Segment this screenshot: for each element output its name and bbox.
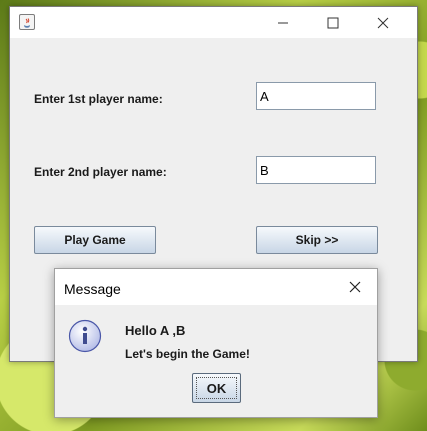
player1-name-input[interactable] bbox=[256, 82, 376, 110]
ok-button[interactable]: OK bbox=[192, 373, 241, 403]
player2-label: Enter 2nd player name: bbox=[34, 165, 167, 179]
close-button[interactable] bbox=[360, 7, 406, 38]
java-app-icon[interactable] bbox=[19, 14, 35, 30]
close-icon bbox=[349, 281, 361, 293]
player1-label: Enter 1st player name: bbox=[34, 92, 163, 106]
dialog-message-line1: Hello A ,B bbox=[125, 323, 186, 338]
maximize-button[interactable] bbox=[310, 7, 356, 38]
skip-button[interactable]: Skip >> bbox=[256, 226, 378, 254]
dialog-title-bar[interactable]: Message bbox=[55, 269, 377, 305]
info-icon bbox=[68, 319, 102, 353]
maximize-icon bbox=[327, 17, 339, 28]
play-game-button[interactable]: Play Game bbox=[34, 226, 156, 254]
close-icon bbox=[377, 17, 389, 28]
message-dialog: Message Hello A ,B Let's begin the Game!… bbox=[54, 268, 378, 418]
title-bar[interactable] bbox=[10, 7, 417, 38]
minimize-button[interactable] bbox=[260, 7, 306, 38]
dialog-message-line2: Let's begin the Game! bbox=[125, 347, 250, 361]
minimize-icon bbox=[278, 22, 288, 23]
dialog-title: Message bbox=[64, 281, 121, 297]
player2-name-input[interactable] bbox=[256, 156, 376, 184]
dialog-close-button[interactable] bbox=[333, 269, 377, 305]
